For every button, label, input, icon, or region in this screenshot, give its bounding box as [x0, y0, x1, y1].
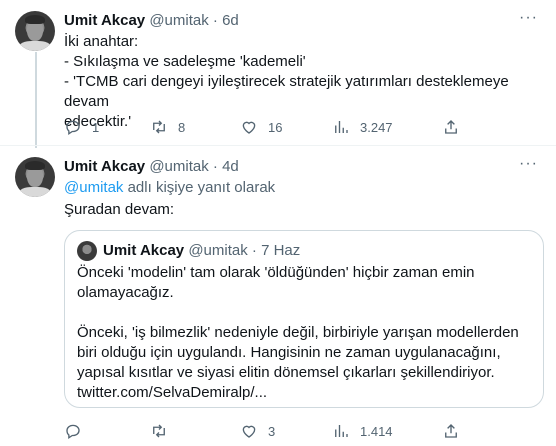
quoted-tweet-text: Önceki 'modelin' tam olarak 'öldüğünden'…	[77, 263, 533, 403]
separator-dot: ·	[251, 242, 257, 259]
repost-count: 8	[178, 119, 186, 135]
author-handle[interactable]: @umitak	[149, 12, 208, 29]
share-button[interactable]	[442, 112, 460, 142]
like-icon	[242, 121, 256, 134]
reply-button[interactable]: 1	[64, 112, 99, 142]
repost-button[interactable]	[150, 416, 178, 446]
reply-context-text: adlı kişiye yanıt olarak	[123, 179, 276, 196]
timestamp[interactable]: 4d	[222, 158, 239, 175]
separator-dot: ·	[212, 158, 218, 175]
tweet[interactable]: Umit Akcay @umitak · 4d ··· @umitak adlı…	[0, 146, 556, 446]
share-icon	[445, 120, 457, 134]
tweet[interactable]: Umit Akcay @umitak · 6d ··· İki anahtar:…	[0, 0, 556, 148]
tweet-header: Umit Akcay @umitak · 6d	[64, 12, 239, 30]
author-name: Umit Akcay	[103, 242, 185, 259]
timestamp[interactable]: 6d	[222, 12, 239, 29]
author-handle[interactable]: @umitak	[149, 158, 208, 175]
author-name[interactable]: Umit Akcay	[64, 158, 145, 175]
tweet-text-line: - 'TCMB cari dengeyi iyileştirecek strat…	[64, 73, 509, 110]
views-count: 1.414	[360, 423, 393, 439]
quoted-tweet-header: Umit Akcay @umitak · 7 Haz	[103, 242, 300, 260]
views-icon	[335, 121, 348, 133]
tweet-text-line: İki anahtar:	[64, 33, 139, 50]
reply-icon	[66, 424, 80, 440]
like-button[interactable]: 3	[240, 416, 275, 446]
mention-link[interactable]: @umitak	[64, 179, 123, 196]
separator-dot: ·	[212, 12, 218, 29]
views-button[interactable]: 3.247	[332, 112, 393, 142]
more-icon[interactable]: ···	[519, 155, 538, 173]
repost-icon	[153, 120, 165, 134]
avatar[interactable]	[15, 157, 55, 197]
quoted-paragraph: Önceki 'modelin' tam olarak 'öldüğünden'…	[77, 264, 475, 301]
action-bar: 1 8 16 3.247	[56, 112, 526, 142]
reply-context: @umitak adlı kişiye yanıt olarak	[64, 178, 275, 198]
like-count: 16	[268, 119, 283, 135]
quoted-paragraph: Önceki, 'iş bilmezlik' nedeniyle değil, …	[77, 324, 519, 401]
action-bar: 3 1.414	[56, 416, 526, 446]
share-button[interactable]	[442, 416, 460, 446]
quoted-tweet[interactable]: Umit Akcay @umitak · 7 Haz Önceki 'model…	[64, 230, 544, 408]
views-button[interactable]: 1.414	[332, 416, 393, 446]
more-icon[interactable]: ···	[519, 9, 538, 27]
avatar[interactable]	[15, 11, 55, 51]
author-name[interactable]: Umit Akcay	[64, 12, 145, 29]
repost-button[interactable]: 8	[150, 112, 185, 142]
repost-icon	[153, 424, 165, 438]
tweet-header: Umit Akcay @umitak · 4d	[64, 158, 239, 176]
reply-icon	[66, 120, 80, 136]
tweet-text: Şuradan devam:	[64, 201, 175, 218]
like-count: 3	[268, 423, 276, 439]
author-handle: @umitak	[188, 242, 248, 259]
tweet-text-line: - Sıkılaşma ve sadeleşme 'kademeli'	[64, 53, 306, 70]
views-count: 3.247	[360, 119, 393, 135]
thread-line	[35, 52, 37, 148]
views-icon	[335, 425, 348, 437]
timestamp: 7 Haz	[261, 242, 301, 259]
reply-count: 1	[92, 119, 100, 135]
share-icon	[445, 424, 457, 438]
like-icon	[242, 425, 256, 438]
avatar	[77, 241, 97, 261]
like-button[interactable]: 16	[240, 112, 282, 142]
reply-button[interactable]	[64, 416, 92, 446]
